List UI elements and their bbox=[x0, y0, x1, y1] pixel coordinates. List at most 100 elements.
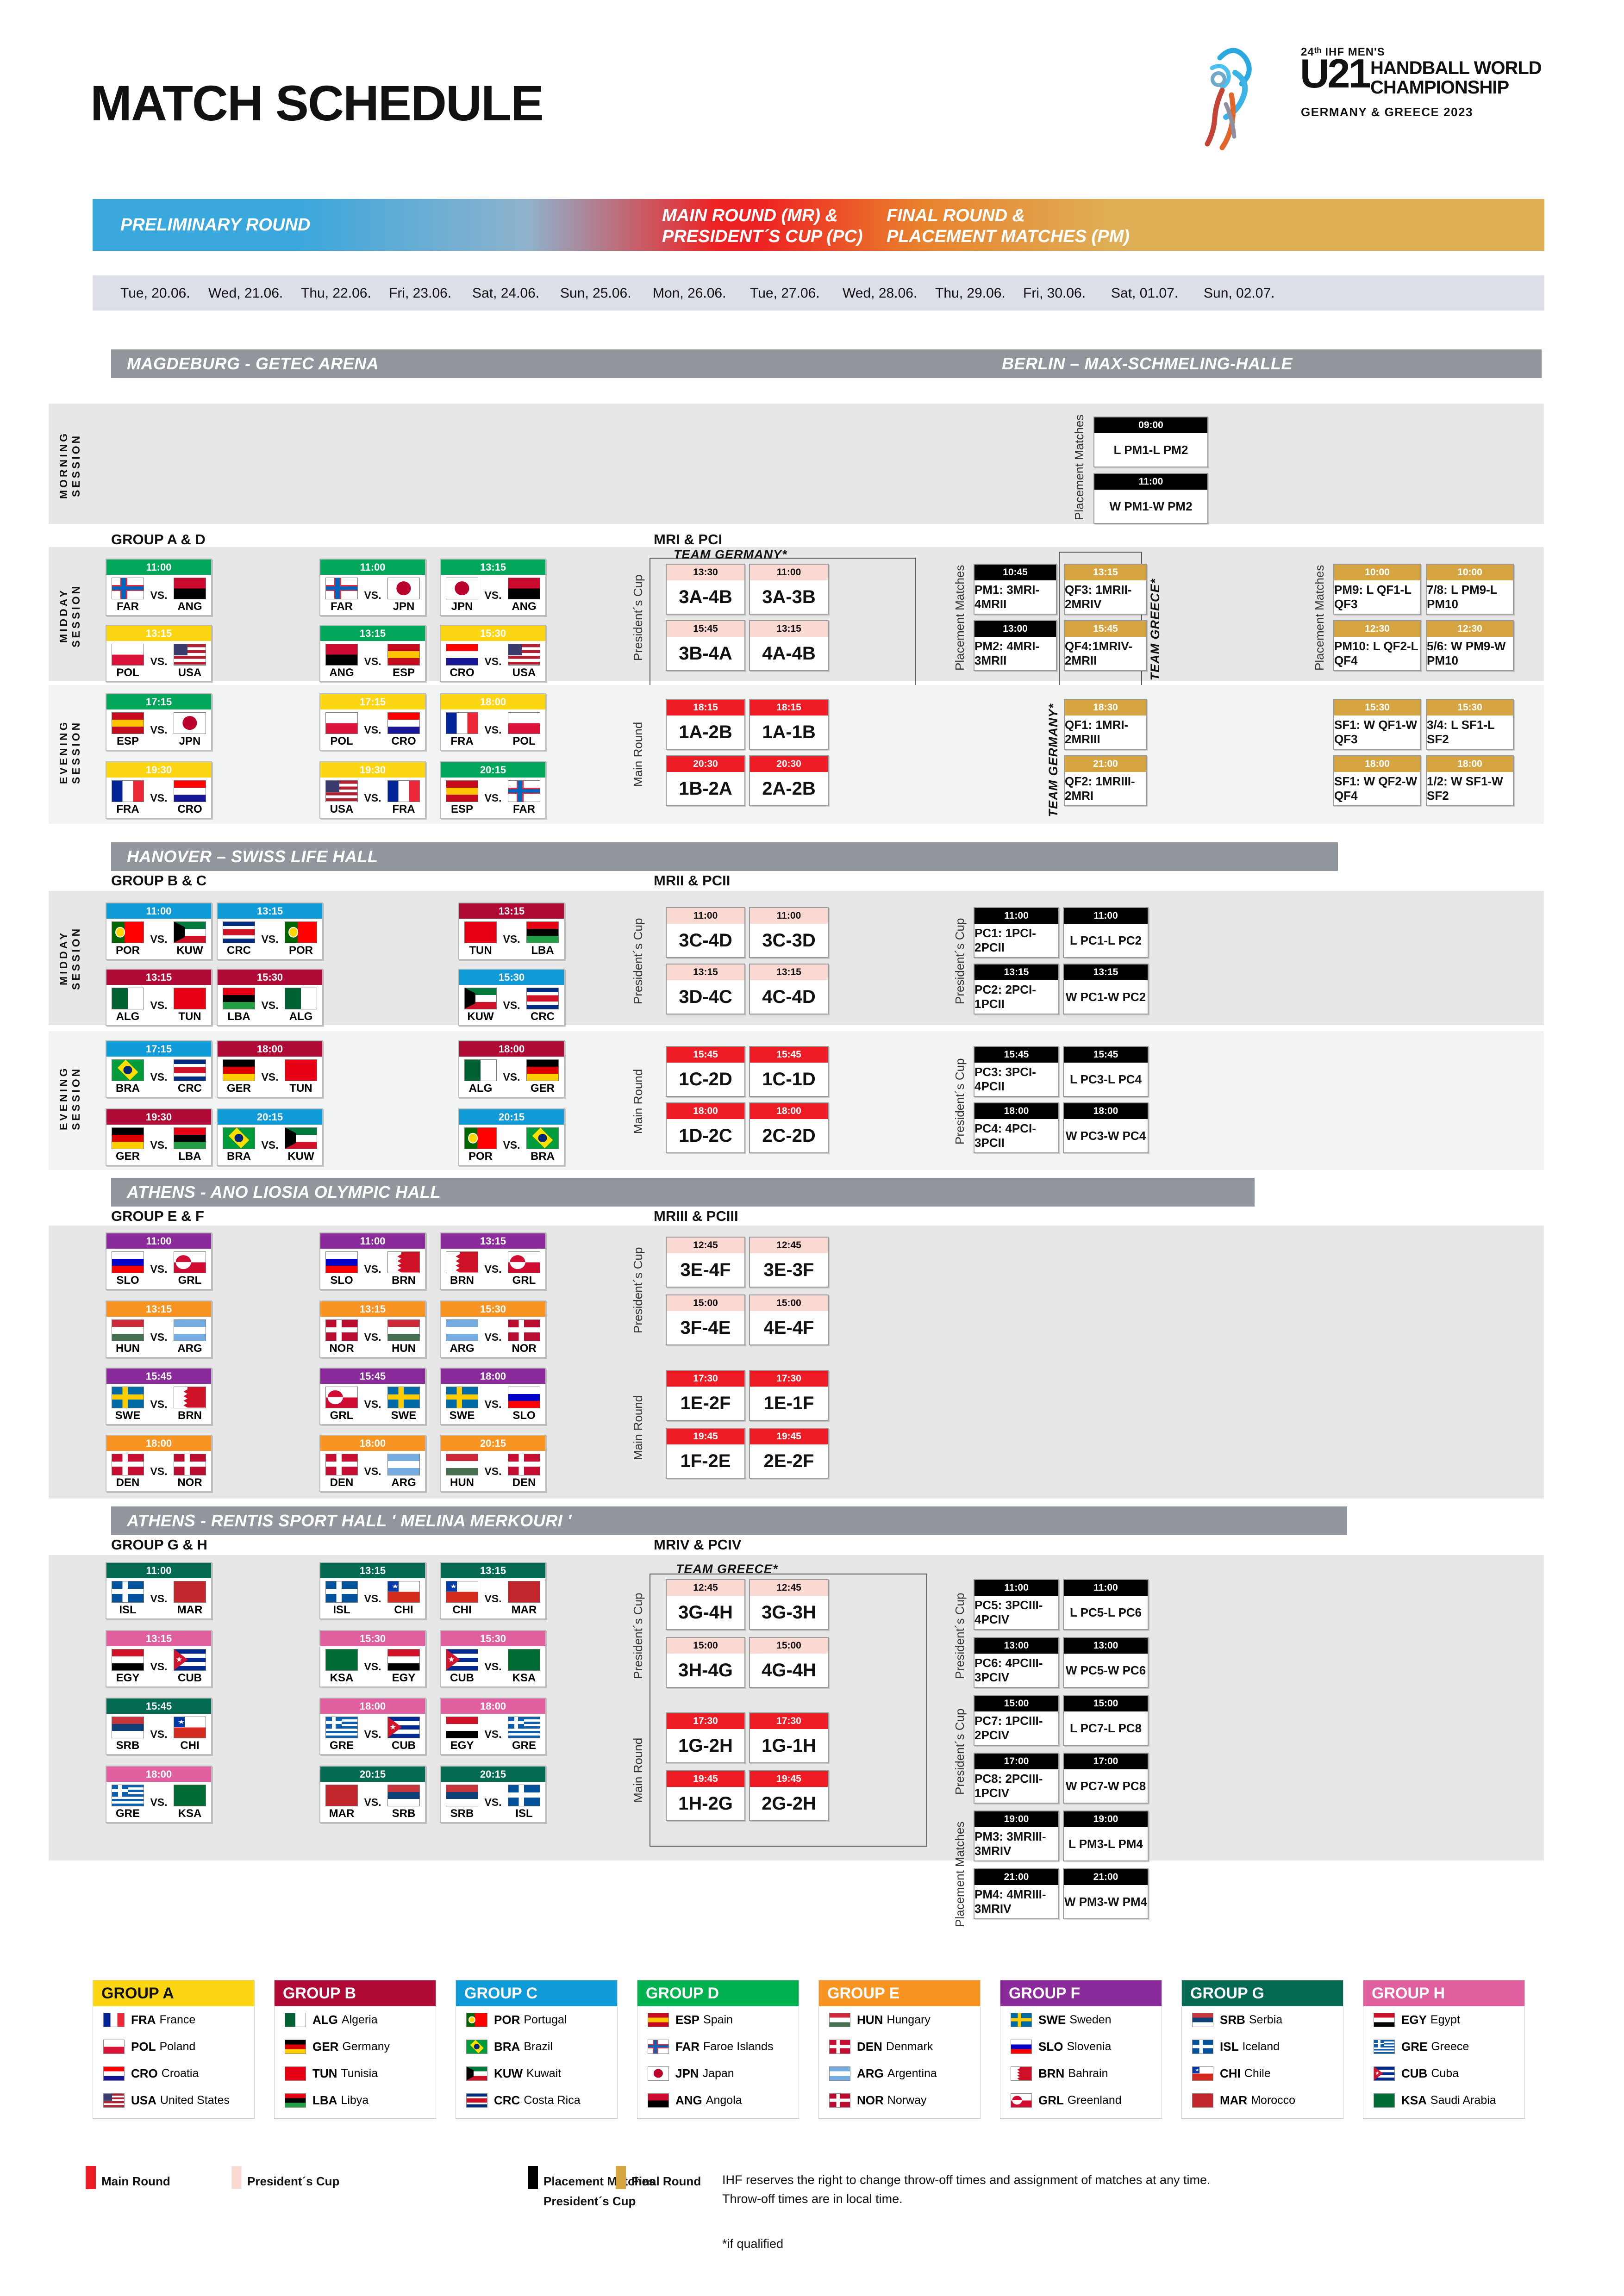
match-code-card[interactable]: 11:00 L PC5-L PC6 bbox=[1063, 1579, 1149, 1630]
match-code-card[interactable]: 15:00 3H-4G bbox=[666, 1637, 745, 1688]
match-card[interactable]: 15:30 LBA VS. ALG bbox=[217, 969, 323, 1026]
match-code-card[interactable]: 13:00 PC6: 4PCIII-3PCIV bbox=[974, 1637, 1059, 1688]
match-card[interactable]: 15:30 CRO VS. USA bbox=[440, 625, 546, 682]
match-code-card[interactable]: 17:30 1E-1F bbox=[749, 1370, 829, 1421]
match-card[interactable]: 15:30 KSA VS. EGY bbox=[319, 1630, 426, 1687]
match-code-card[interactable]: 15:45 1C-1D bbox=[749, 1046, 829, 1097]
match-code-card[interactable]: 18:00 2C-2D bbox=[749, 1102, 829, 1153]
match-code-card[interactable]: 11:00 3C-3D bbox=[749, 907, 829, 958]
match-card[interactable]: 13:15 TUN VS. LBA bbox=[458, 902, 565, 960]
match-card[interactable]: 13:15 POL VS. USA bbox=[106, 625, 212, 682]
match-card[interactable]: 11:00 FAR VS. JPN bbox=[319, 559, 426, 616]
match-code-card[interactable]: 13:15 4C-4D bbox=[749, 964, 829, 1014]
match-card[interactable]: 18:00 DEN VS. ARG bbox=[319, 1435, 426, 1492]
match-card[interactable]: 18:00 ALG VS. GER bbox=[458, 1040, 565, 1098]
match-card[interactable]: 13:15 JPN VS. ANG bbox=[440, 559, 546, 616]
match-card[interactable]: 20:15 HUN VS. DEN bbox=[440, 1435, 546, 1492]
match-code-card[interactable]: 18:15 1A-1B bbox=[749, 699, 829, 750]
match-code-card[interactable]: 18:30 QF1: 1MRI-2MRIII bbox=[1064, 699, 1147, 750]
match-code-card[interactable]: 15:45 3B-4A bbox=[666, 620, 745, 671]
match-card[interactable]: 13:15 CRC VS. POR bbox=[217, 902, 323, 960]
match-code-card[interactable]: 20:30 1B-2A bbox=[666, 755, 745, 806]
match-code-card[interactable]: 12:45 3E-3F bbox=[749, 1237, 829, 1288]
match-card[interactable]: 18:00 GRE VS. KSA bbox=[106, 1766, 212, 1823]
match-code-card[interactable]: 15:45 PC3: 3PCI-4PCII bbox=[974, 1046, 1059, 1097]
match-code-card[interactable]: 19:00 L PM3-L PM4 bbox=[1063, 1811, 1149, 1861]
match-card[interactable]: 15:30 CUB VS. KSA bbox=[440, 1630, 546, 1687]
match-code-card[interactable]: 15:00 L PC7-L PC8 bbox=[1063, 1695, 1149, 1746]
match-card[interactable]: 13:15 BRN VS. GRL bbox=[440, 1232, 546, 1290]
match-code-card[interactable]: 18:00 SF1: W QF2-W QF4 bbox=[1333, 755, 1421, 806]
match-card[interactable]: 11:00 POR VS. KUW bbox=[106, 902, 212, 960]
match-code-card[interactable]: 18:00 PC4: 4PCI-3PCII bbox=[974, 1102, 1059, 1153]
match-code-card[interactable]: 21:00 QF2: 1MRIII-2MRI bbox=[1064, 755, 1147, 806]
match-card[interactable]: 11:00 FAR VS. ANG bbox=[106, 559, 212, 616]
match-code-card[interactable]: 15:00 4E-4F bbox=[749, 1294, 829, 1345]
match-card[interactable]: 15:45 SWE VS. BRN bbox=[106, 1368, 212, 1425]
match-code-card[interactable]: 13:15 QF3: 1MRII-2MRIV bbox=[1064, 564, 1147, 615]
match-code-card[interactable]: 15:45 QF4:1MRIV-2MRII bbox=[1064, 620, 1147, 671]
match-card[interactable]: 17:15 POL VS. CRO bbox=[319, 693, 426, 751]
match-code-card[interactable]: 15:45 L PC3-L PC4 bbox=[1063, 1046, 1149, 1097]
match-card[interactable]: 19:30 FRA VS. CRO bbox=[106, 761, 212, 819]
match-card[interactable]: 18:00 FRA VS. POL bbox=[440, 693, 546, 751]
match-card[interactable]: 11:00 SLO VS. BRN bbox=[319, 1232, 426, 1290]
match-card[interactable]: 15:30 ARG VS. NOR bbox=[440, 1300, 546, 1358]
match-code-card[interactable]: 18:00 W PC3-W PC4 bbox=[1063, 1102, 1149, 1153]
match-card[interactable]: 11:00 ISL VS. MAR bbox=[106, 1562, 212, 1619]
match-code-card[interactable]: 15:30 SF1: W QF1-W QF3 bbox=[1333, 699, 1421, 750]
match-code-card[interactable]: 15:00 4G-4H bbox=[749, 1637, 829, 1688]
match-code-card[interactable]: 13:15 PC2: 2PCI-1PCII bbox=[974, 964, 1059, 1014]
match-card[interactable]: 18:00 SWE VS. SLO bbox=[440, 1368, 546, 1425]
match-code-card[interactable]: 15:00 3F-4E bbox=[666, 1294, 745, 1345]
match-card[interactable]: 18:00 GER VS. TUN bbox=[217, 1040, 323, 1098]
match-code-card[interactable]: 15:30 3/4: L SF1-L SF2 bbox=[1426, 699, 1514, 750]
match-code-card[interactable]: 13:00 PM2: 4MRI-3MRII bbox=[974, 620, 1057, 671]
match-card[interactable]: 11:00 SLO VS. GRL bbox=[106, 1232, 212, 1290]
match-code-card[interactable]: 17:00 PC8: 2PCIII-1PCIV bbox=[974, 1753, 1059, 1804]
match-code-card[interactable]: 11:00 3A-3B bbox=[749, 564, 829, 615]
match-code-card[interactable]: 17:30 1E-2F bbox=[666, 1370, 745, 1421]
match-code-card[interactable]: 11:00 W PM1-W PM2 bbox=[1093, 473, 1208, 524]
match-code-card[interactable]: 19:45 1F-2E bbox=[666, 1428, 745, 1479]
match-code-card[interactable]: 15:00 PC7: 1PCIII-2PCIV bbox=[974, 1695, 1059, 1746]
match-code-card[interactable]: 21:00 W PM3-W PM4 bbox=[1063, 1868, 1149, 1919]
match-code-card[interactable]: 12:45 3G-4H bbox=[666, 1579, 745, 1630]
match-card[interactable]: 15:45 SRB VS. CHI bbox=[106, 1698, 212, 1755]
match-card[interactable]: 13:15 ISL VS. CHI bbox=[319, 1562, 426, 1619]
match-code-card[interactable]: 13:30 3A-4B bbox=[666, 564, 745, 615]
match-code-card[interactable]: 13:15 4A-4B bbox=[749, 620, 829, 671]
match-code-card[interactable]: 18:00 1D-2C bbox=[666, 1102, 745, 1153]
match-card[interactable]: 15:30 KUW VS. CRC bbox=[458, 969, 565, 1026]
match-code-card[interactable]: 10:00 7/8: L PM9-L PM10 bbox=[1426, 564, 1514, 615]
match-card[interactable]: 13:15 NOR VS. HUN bbox=[319, 1300, 426, 1358]
match-card[interactable]: 18:00 EGY VS. GRE bbox=[440, 1698, 546, 1755]
match-card[interactable]: 20:15 SRB VS. ISL bbox=[440, 1766, 546, 1823]
match-card[interactable]: 13:15 HUN VS. ARG bbox=[106, 1300, 212, 1358]
match-card[interactable]: 18:00 DEN VS. NOR bbox=[106, 1435, 212, 1492]
match-code-card[interactable]: 17:00 W PC7-W PC8 bbox=[1063, 1753, 1149, 1804]
match-card[interactable]: 13:15 ANG VS. ESP bbox=[319, 625, 426, 682]
match-code-card[interactable]: 11:00 3C-4D bbox=[666, 907, 745, 958]
match-code-card[interactable]: 11:00 PC1: 1PCI-2PCII bbox=[974, 907, 1059, 958]
match-card[interactable]: 15:45 GRL VS. SWE bbox=[319, 1368, 426, 1425]
match-card[interactable]: 20:15 ESP VS. FAR bbox=[440, 761, 546, 819]
match-card[interactable]: 17:15 ESP VS. JPN bbox=[106, 693, 212, 751]
match-code-card[interactable]: 13:15 W PC1-W PC2 bbox=[1063, 964, 1149, 1014]
match-card[interactable]: 19:30 USA VS. FRA bbox=[319, 761, 426, 819]
match-code-card[interactable]: 20:30 2A-2B bbox=[749, 755, 829, 806]
match-card[interactable]: 18:00 GRE VS. CUB bbox=[319, 1698, 426, 1755]
match-code-card[interactable]: 12:30 5/6: W PM9-W PM10 bbox=[1426, 620, 1514, 671]
match-code-card[interactable]: 12:45 3E-4F bbox=[666, 1237, 745, 1288]
match-code-card[interactable]: 11:00 L PC1-L PC2 bbox=[1063, 907, 1149, 958]
match-card[interactable]: 20:15 POR VS. BRA bbox=[458, 1108, 565, 1166]
match-code-card[interactable]: 18:15 1A-2B bbox=[666, 699, 745, 750]
match-code-card[interactable]: 13:15 3D-4C bbox=[666, 964, 745, 1014]
match-card[interactable]: 20:15 MAR VS. SRB bbox=[319, 1766, 426, 1823]
match-code-card[interactable]: 09:00 L PM1-L PM2 bbox=[1093, 417, 1208, 467]
match-code-card[interactable]: 19:00 PM3: 3MRIII-3MRIV bbox=[974, 1811, 1059, 1861]
match-code-card[interactable]: 21:00 PM4: 4MRIII-3MRIV bbox=[974, 1868, 1059, 1919]
match-card[interactable]: 20:15 BRA VS. KUW bbox=[217, 1108, 323, 1166]
match-code-card[interactable]: 19:45 2G-2H bbox=[749, 1770, 829, 1821]
match-code-card[interactable]: 19:45 2E-2F bbox=[749, 1428, 829, 1479]
